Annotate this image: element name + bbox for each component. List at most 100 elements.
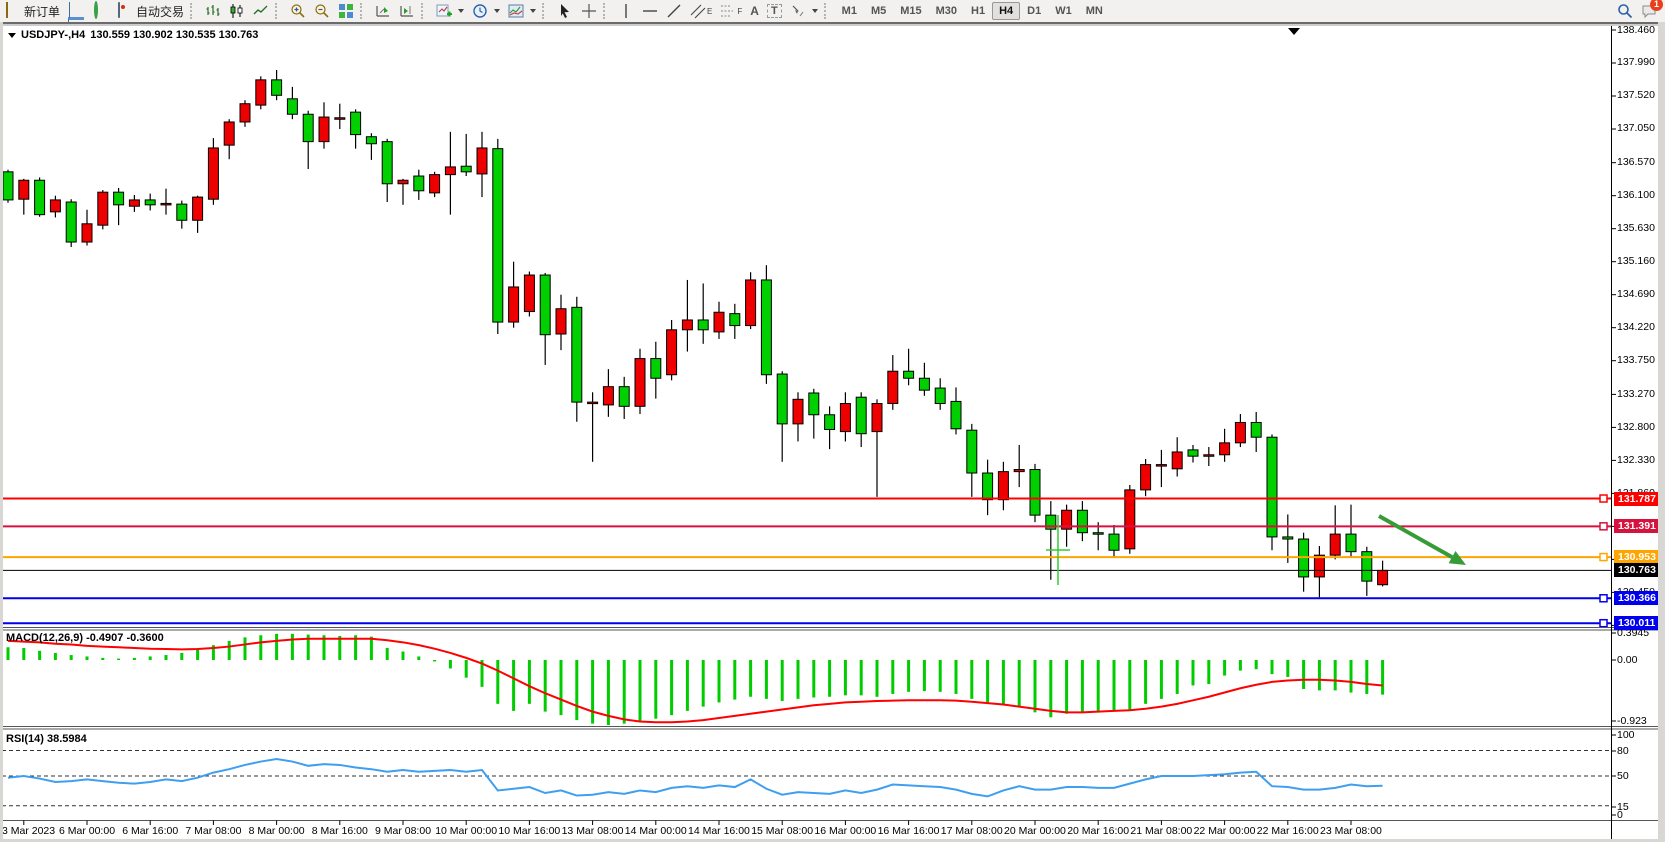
- candle: [856, 397, 866, 434]
- candle: [351, 112, 361, 134]
- chevron-down-icon[interactable]: [8, 33, 16, 38]
- chart-window[interactable]: USDJPY-,H4 130.559 130.902 130.535 130.7…: [0, 22, 1665, 842]
- candle: [177, 204, 187, 220]
- zoom-in-button[interactable]: [286, 1, 310, 21]
- rsi-axis-tick: 80: [1617, 745, 1629, 758]
- periods-button[interactable]: [468, 1, 504, 21]
- candle: [1330, 534, 1340, 555]
- line-chart-icon: [253, 3, 269, 19]
- signal-icon: [92, 3, 108, 19]
- new-order-button[interactable]: 新订单: [0, 1, 64, 21]
- price-axis-tick: 135.630: [1617, 222, 1655, 235]
- toolbar-grip[interactable]: [190, 3, 199, 19]
- timeframe-H1[interactable]: H1: [964, 2, 992, 20]
- vline-tool-button[interactable]: [614, 1, 638, 21]
- signals-button[interactable]: [88, 1, 112, 21]
- candle: [1141, 465, 1151, 490]
- price-axis-tick: 133.270: [1617, 388, 1655, 401]
- candle: [35, 180, 45, 214]
- price-axis-tick: 138.460: [1617, 24, 1655, 37]
- label-tool-button[interactable]: T: [763, 1, 786, 21]
- drawn-down-arrow[interactable]: [1379, 516, 1452, 557]
- candle-chart-button[interactable]: [225, 1, 249, 21]
- notifications-button[interactable]: 1: [1641, 3, 1657, 19]
- chart-canvas[interactable]: [0, 24, 1665, 842]
- tile-windows-button[interactable]: [334, 1, 358, 21]
- candle: [651, 359, 661, 379]
- candle: [667, 330, 677, 375]
- candle: [572, 307, 582, 402]
- timeframe-M1[interactable]: M1: [835, 2, 864, 20]
- rsi-axis-tick: 50: [1617, 770, 1629, 783]
- candle: [1014, 470, 1024, 472]
- candle: [919, 378, 929, 390]
- timeframe-W1[interactable]: W1: [1048, 2, 1079, 20]
- toolbar-grip[interactable]: [824, 3, 833, 19]
- candle: [777, 374, 787, 424]
- label-tool-icon: T: [767, 4, 782, 18]
- toolbar-grip[interactable]: [603, 3, 612, 19]
- line-chart-button[interactable]: [249, 1, 273, 21]
- candle: [477, 148, 487, 174]
- candle: [208, 148, 218, 199]
- candle: [603, 387, 613, 405]
- timeframe-MN[interactable]: MN: [1079, 2, 1110, 20]
- candle: [1077, 510, 1087, 532]
- candle: [287, 99, 297, 114]
- candle: [509, 287, 519, 322]
- timeframe-H4[interactable]: H4: [992, 2, 1020, 20]
- chart-title: USDJPY-,H4 130.559 130.902 130.535 130.7…: [8, 29, 258, 41]
- toolbar-grip[interactable]: [421, 3, 430, 19]
- rsi-axis-tick: 100: [1617, 729, 1635, 742]
- candle: [714, 312, 724, 332]
- candle: [682, 320, 692, 330]
- text-tool-button[interactable]: A: [746, 1, 763, 21]
- window-edge-left: [0, 22, 3, 842]
- auto-scroll-button[interactable]: [371, 1, 395, 21]
- trendline-tool-button[interactable]: [662, 1, 686, 21]
- autotrade-button[interactable]: 自动交易: [112, 1, 188, 21]
- candle: [382, 142, 392, 184]
- chart-shift-marker[interactable]: [1288, 28, 1300, 35]
- hline-tool-button[interactable]: [638, 1, 662, 21]
- crosshair-tool-button[interactable]: [577, 1, 601, 21]
- macd-indicator-label: MACD(12,26,9) -0.4907 -0.3600: [6, 632, 164, 644]
- toolbar-grip[interactable]: [542, 3, 551, 19]
- chart-shift-button[interactable]: [395, 1, 419, 21]
- candle: [3, 172, 13, 200]
- market-watch-button[interactable]: [64, 1, 88, 21]
- new-order-icon: [4, 3, 20, 19]
- fibonacci-tool-button[interactable]: F: [716, 1, 746, 21]
- candle: [935, 388, 945, 403]
- chevron-down-icon: [530, 9, 536, 13]
- time-axis-tick: 10 Mar 16:00: [498, 825, 560, 837]
- candle: [809, 393, 819, 415]
- price-axis-tick: 137.050: [1617, 122, 1655, 135]
- bar-chart-button[interactable]: [201, 1, 225, 21]
- cursor-tool-button[interactable]: [553, 1, 577, 21]
- toolbar-grip[interactable]: [360, 3, 369, 19]
- candle: [888, 371, 898, 403]
- candle: [1267, 437, 1277, 537]
- time-axis-tick: 13 Mar 08:00: [562, 825, 624, 837]
- timeframe-M15[interactable]: M15: [893, 2, 928, 20]
- candle: [1235, 422, 1245, 442]
- timeframe-M30[interactable]: M30: [929, 2, 964, 20]
- chart-ohlc-quote: 130.559 130.902 130.535 130.763: [90, 29, 258, 41]
- new-order-label: 新订单: [24, 3, 60, 20]
- candle: [256, 80, 266, 105]
- timeframe-D1[interactable]: D1: [1020, 2, 1048, 20]
- candle: [967, 430, 977, 473]
- templates-button[interactable]: [504, 1, 540, 21]
- search-icon[interactable]: [1617, 3, 1633, 19]
- zoom-out-button[interactable]: [310, 1, 334, 21]
- window-edge-right[interactable]: [1658, 22, 1665, 842]
- indicators-button[interactable]: [432, 1, 468, 21]
- candle: [303, 114, 313, 141]
- candle: [998, 472, 1008, 500]
- toolbar-grip[interactable]: [275, 3, 284, 19]
- price-axis-tick: 136.570: [1617, 156, 1655, 169]
- shapes-tool-button[interactable]: [786, 1, 822, 21]
- timeframe-M5[interactable]: M5: [864, 2, 893, 20]
- channel-tool-button[interactable]: E: [686, 1, 716, 21]
